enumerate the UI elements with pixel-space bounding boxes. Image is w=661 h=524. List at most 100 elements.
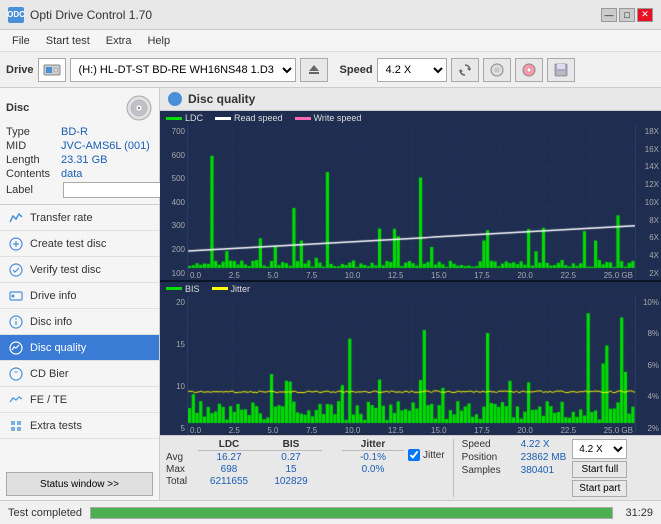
x-label-10: 10.0 [345, 271, 361, 280]
speed-select[interactable]: 4.2 X [377, 58, 447, 82]
x-label-12-5: 12.5 [388, 271, 404, 280]
stats-total-row: Total 6211655 102829 [166, 476, 404, 487]
refresh-button[interactable] [451, 58, 479, 82]
legend-read-speed-label: Read speed [234, 113, 283, 123]
legend-write-speed: Write speed [295, 113, 362, 123]
sidebar-item-disc-info[interactable]: Disc info [0, 309, 159, 335]
y-label-8x: 8X [638, 216, 659, 225]
legend-ldc: LDC [166, 113, 203, 123]
disc-type-row: Type BD-R [6, 126, 153, 138]
menu-extra[interactable]: Extra [98, 33, 140, 49]
jitter-checkbox-label[interactable]: Jitter [408, 449, 445, 461]
upper-x-labels: 0.0 2.5 5.0 7.5 10.0 12.5 15.0 17.5 20.0… [188, 271, 635, 280]
max-label: Max [166, 464, 198, 475]
stats-section: LDC BIS Jitter Avg 16.27 0.27 -0.1% [160, 435, 661, 500]
disc-length-row: Length 23.31 GB [6, 154, 153, 166]
sidebar-item-drive-info[interactable]: Drive info [0, 283, 159, 309]
disc-type-label: Type [6, 126, 61, 138]
y-label-12x: 12X [638, 180, 659, 189]
sidebar-item-disc-quality-label: Disc quality [30, 342, 86, 354]
y-label-300: 300 [162, 221, 185, 230]
status-text: Test completed [8, 507, 82, 519]
sidebar: Disc Type BD-R MID JVC-AMS6L (001) Lengt… [0, 88, 160, 500]
speed-select-stats[interactable]: 4.2 X [572, 439, 627, 459]
status-window-button[interactable]: Status window >> [6, 472, 153, 496]
upper-y-right-labels: 18X 16X 14X 12X 10X 8X 6X 4X 2X [635, 125, 661, 280]
menu-file[interactable]: File [4, 33, 38, 49]
stats-table: LDC BIS Jitter Avg 16.27 0.27 -0.1% [166, 439, 655, 497]
legend-read-speed-color [215, 117, 231, 120]
disc-header: Disc [6, 94, 153, 122]
ly-label-8pct: 8% [638, 329, 659, 338]
lower-chart-canvas [160, 296, 661, 435]
sidebar-item-extra-tests[interactable]: Extra tests [0, 413, 159, 439]
write-button[interactable] [515, 58, 543, 82]
y-label-500: 500 [162, 174, 185, 183]
ly-label-20: 20 [162, 298, 185, 307]
jitter-checkbox[interactable] [408, 449, 420, 461]
disc-quality-title: Disc quality [188, 92, 255, 106]
legend-bis-label: BIS [185, 284, 200, 294]
charts-area: LDC Read speed Write speed [160, 111, 661, 435]
legend-write-speed-label: Write speed [314, 113, 362, 123]
drive-label: Drive [6, 64, 34, 76]
y-label-18x: 18X [638, 127, 659, 136]
stats-divider [453, 439, 454, 497]
drive-icon [38, 58, 66, 82]
legend-jitter: Jitter [212, 284, 251, 294]
sidebar-item-verify-test-disc[interactable]: Verify test disc [0, 257, 159, 283]
legend-bis: BIS [166, 284, 200, 294]
legend-ldc-color [166, 117, 182, 120]
menu-help[interactable]: Help [139, 33, 178, 49]
disc-contents-label: Contents [6, 168, 61, 180]
lower-y-left-labels: 20 15 10 5 [160, 296, 188, 435]
legend-write-speed-color [295, 117, 311, 120]
disc-mid-value: JVC-AMS6L (001) [61, 140, 150, 152]
maximize-button[interactable]: □ [619, 8, 635, 22]
x-label-0: 0.0 [190, 271, 201, 280]
disc-quality-icon [8, 340, 24, 356]
stats-avg-row: Avg 16.27 0.27 -0.1% [166, 452, 404, 463]
title-bar: ODC Opti Drive Control 1.70 — □ ✕ [0, 0, 661, 30]
y-label-14x: 14X [638, 162, 659, 171]
close-button[interactable]: ✕ [637, 8, 653, 22]
lower-chart: BIS Jitter 10% 8% 6% 4% [160, 282, 661, 435]
speed-stat-value: 4.22 X [521, 439, 550, 450]
start-full-button[interactable]: Start full [572, 461, 627, 478]
menu-start-test[interactable]: Start test [38, 33, 98, 49]
sidebar-item-create-test-disc[interactable]: Create test disc [0, 231, 159, 257]
sidebar-item-extra-tests-label: Extra tests [30, 420, 82, 432]
sidebar-item-transfer-rate[interactable]: Transfer rate [0, 205, 159, 231]
total-ldc: 6211655 [198, 476, 260, 487]
speed-label: Speed [340, 64, 373, 76]
create-test-disc-icon [8, 236, 24, 252]
y-label-100: 100 [162, 269, 185, 278]
stats-main-cols: LDC BIS Jitter Avg 16.27 0.27 -0.1% [166, 439, 404, 487]
start-part-button[interactable]: Start part [572, 480, 627, 497]
y-label-6x: 6X [638, 233, 659, 242]
cd-bier-icon [8, 366, 24, 382]
disc-button[interactable] [483, 58, 511, 82]
disc-contents-row: Contents data [6, 168, 153, 180]
save-button[interactable] [547, 58, 575, 82]
speed-row: Speed 4.22 X [462, 439, 567, 450]
sidebar-item-cd-bier[interactable]: CD Bier [0, 361, 159, 387]
legend-jitter-color [212, 287, 228, 290]
drive-select[interactable]: (H:) HL-DT-ST BD-RE WH16NS48 1.D3 [70, 58, 296, 82]
lower-legend: BIS Jitter [160, 282, 661, 296]
jitter-label: Jitter [423, 450, 445, 461]
disc-panel: Disc Type BD-R MID JVC-AMS6L (001) Lengt… [0, 88, 159, 205]
transfer-rate-icon [8, 210, 24, 226]
avg-jitter: -0.1% [342, 452, 404, 463]
sidebar-item-disc-quality[interactable]: Disc quality [0, 335, 159, 361]
sidebar-item-fe-te[interactable]: FE / TE [0, 387, 159, 413]
ly-label-15: 15 [162, 340, 185, 349]
minimize-button[interactable]: — [601, 8, 617, 22]
disc-length-value: 23.31 GB [61, 154, 107, 166]
upper-legend: LDC Read speed Write speed [160, 111, 661, 125]
max-jitter: 0.0% [342, 464, 404, 475]
legend-jitter-label: Jitter [231, 284, 251, 294]
fe-te-icon [8, 392, 24, 408]
eject-button[interactable] [300, 58, 328, 82]
upper-chart-plot: 18X 16X 14X 12X 10X 8X 6X 4X 2X 700 600 [160, 125, 661, 280]
